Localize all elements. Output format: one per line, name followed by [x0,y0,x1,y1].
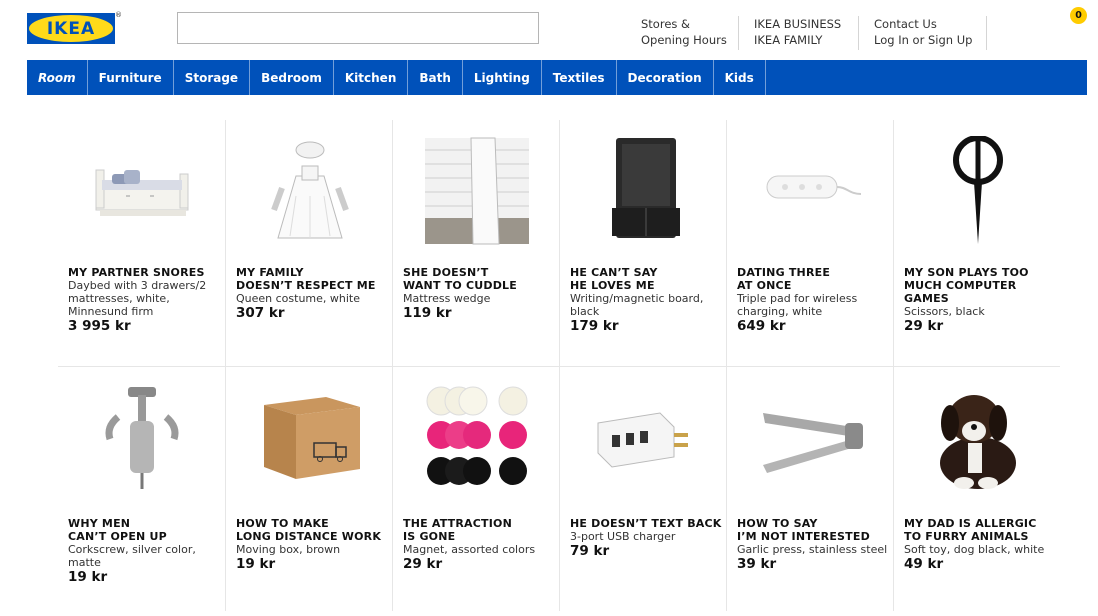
daybed-icon [88,136,196,246]
product-card[interactable]: HOW TO SAY I’M NOT INTERESTED Garlic pre… [726,367,893,611]
nav-item-kids[interactable]: Kids [714,60,766,95]
product-description: Soft toy, dog black, white [904,543,1045,556]
product-card[interactable]: MY SON PLAYS TOO MUCH COMPUTER GAMES Sci… [893,120,1060,366]
header-divider [986,16,987,50]
nav-item-kitchen[interactable]: Kitchen [334,60,409,95]
magnetic-board-icon [590,136,698,246]
product-price: 179 kr [570,318,619,334]
product-title: MY SON PLAYS TOO MUCH COMPUTER GAMES [904,266,1029,305]
logo-text: IKEA [46,18,96,39]
product-card[interactable]: THE ATTRACTION IS GONE Magnet, assorted … [392,367,559,611]
product-title: HOW TO MAKE LONG DISTANCE WORK [236,517,382,543]
product-card[interactable]: WHY MEN CAN’T OPEN UP Corkscrew, silver … [58,367,225,611]
registered-mark: ® [115,11,122,19]
product-price: 19 kr [236,556,276,572]
mattress-wedge-icon [423,136,531,246]
product-price: 307 kr [236,305,285,321]
product-description: Magnet, assorted colors [403,543,536,556]
nav-item-bath[interactable]: Bath [408,60,463,95]
nav-item-lighting[interactable]: Lighting [463,60,542,95]
product-card[interactable]: MY PARTNER SNORES Daybed with 3 drawers/… [58,120,225,366]
header-divider [738,16,739,50]
stores-opening-hours-link[interactable]: Stores & Opening Hours [641,16,727,48]
nav-item-decoration[interactable]: Decoration [617,60,714,95]
product-description: Daybed with 3 drawers/2 mattresses, whit… [68,279,207,318]
nav-item-textiles[interactable]: Textiles [542,60,617,95]
scissors-icon [924,136,1032,246]
product-price: 19 kr [68,569,108,585]
product-row: WHY MEN CAN’T OPEN UP Corkscrew, silver … [58,366,1060,611]
moving-box-icon [256,383,364,493]
product-price: 49 kr [904,556,944,572]
product-card[interactable]: MY DAD IS ALLERGIC TO FURRY ANIMALS Soft… [893,367,1060,611]
product-card[interactable]: SHE DOESN’T WANT TO CUDDLE Mattress wedg… [392,120,559,366]
product-grid: MY PARTNER SNORES Daybed with 3 drawers/… [58,120,1060,611]
nav-item-bedroom[interactable]: Bedroom [250,60,334,95]
search-input[interactable] [177,12,539,44]
nav-item-storage[interactable]: Storage [174,60,251,95]
stores-line1: Stores & [641,17,691,31]
magnets-icon [423,383,531,493]
product-card[interactable]: HE CAN’T SAY HE LOVES ME Writing/magneti… [559,120,726,366]
product-title: HE CAN’T SAY HE LOVES ME [570,266,658,292]
logo-oval: IKEA [29,15,113,42]
product-price: 39 kr [737,556,777,572]
main-nav: Room Furniture Storage Bedroom Kitchen B… [27,60,1087,95]
ikea-family-link[interactable]: IKEA FAMILY [754,32,841,48]
product-description: Garlic press, stainless steel [737,543,888,556]
product-description: Queen costume, white [236,292,361,305]
product-description: Scissors, black [904,305,985,318]
product-title: MY FAMILY DOESN’T RESPECT ME [236,266,376,292]
product-title: THE ATTRACTION IS GONE [403,517,512,543]
queen-costume-icon [256,136,364,246]
ikea-business-link[interactable]: IKEA BUSINESS [754,16,841,32]
ikea-logo[interactable]: IKEA [27,13,115,44]
product-description: Moving box, brown [236,543,341,556]
product-title: WHY MEN CAN’T OPEN UP [68,517,167,543]
product-title: MY DAD IS ALLERGIC TO FURRY ANIMALS [904,517,1037,543]
product-description: Writing/magnetic board, black [570,292,704,318]
product-title: HE DOESN’T TEXT BACK [570,517,722,530]
product-card[interactable]: HOW TO MAKE LONG DISTANCE WORK Moving bo… [225,367,392,611]
nav-item-furniture[interactable]: Furniture [88,60,174,95]
product-price: 119 kr [403,305,452,321]
product-price: 3 995 kr [68,318,131,334]
contact-us-link[interactable]: Contact Us [874,16,972,32]
product-title: MY PARTNER SNORES [68,266,205,279]
product-card[interactable]: DATING THREE AT ONCE Triple pad for wire… [726,120,893,366]
garlic-press-icon [757,383,865,493]
business-family-links: IKEA BUSINESS IKEA FAMILY [754,16,841,48]
product-row: MY PARTNER SNORES Daybed with 3 drawers/… [58,120,1060,366]
product-title: HOW TO SAY I’M NOT INTERESTED [737,517,870,543]
product-title: SHE DOESN’T WANT TO CUDDLE [403,266,517,292]
corkscrew-icon [88,383,196,493]
product-title: DATING THREE AT ONCE [737,266,831,292]
product-card[interactable]: MY FAMILY DOESN’T RESPECT ME Queen costu… [225,120,392,366]
product-description: Mattress wedge [403,292,491,305]
product-description: Triple pad for wireless charging, white [737,292,858,318]
product-price: 29 kr [403,556,443,572]
charging-pad-icon [757,136,865,246]
product-price: 79 kr [570,543,610,559]
usb-charger-icon [590,383,698,493]
contact-login-links: Contact Us Log In or Sign Up [874,16,972,48]
login-signup-link[interactable]: Log In or Sign Up [874,32,972,48]
stores-line2: Opening Hours [641,33,727,47]
nav-item-room[interactable]: Room [27,60,88,95]
product-card[interactable]: HE DOESN’T TEXT BACK 3-port USB charger … [559,367,726,611]
product-description: Corkscrew, silver color, matte [68,543,196,569]
product-price: 649 kr [737,318,786,334]
soft-toy-dog-icon [924,383,1032,493]
cart-count-badge[interactable]: 0 [1070,7,1087,24]
product-price: 29 kr [904,318,944,334]
header-divider [858,16,859,50]
product-description: 3-port USB charger [570,530,676,543]
